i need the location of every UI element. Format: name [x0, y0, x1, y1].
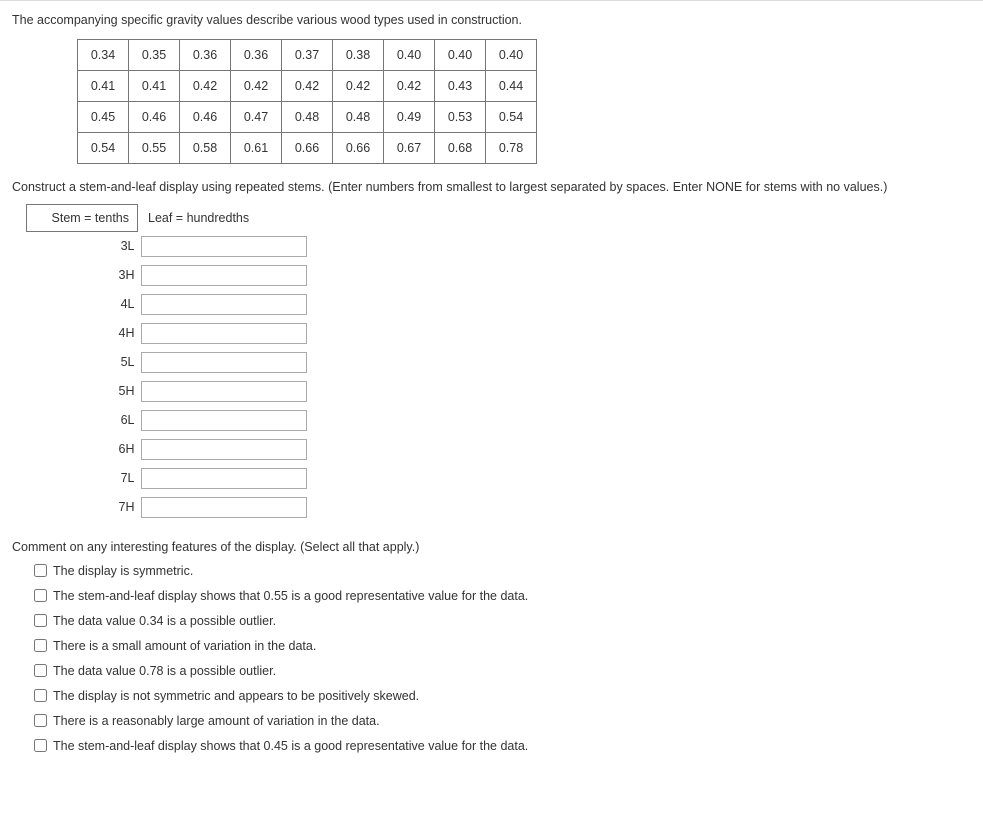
stem-leaf-table: Stem = tenths Leaf = hundredths 3L3H4L4H… [26, 204, 310, 522]
data-cell: 0.53 [435, 102, 486, 133]
data-cell: 0.49 [384, 102, 435, 133]
option-label: The stem-and-leaf display shows that 0.5… [53, 585, 528, 607]
data-cell: 0.48 [333, 102, 384, 133]
data-cell: 0.55 [129, 133, 180, 164]
option-row: There is a reasonably large amount of va… [30, 710, 971, 732]
data-cell: 0.47 [231, 102, 282, 133]
data-cell: 0.42 [231, 71, 282, 102]
leaf-input-4L[interactable] [141, 294, 307, 315]
option-checkbox-5[interactable] [34, 689, 47, 702]
option-row: The stem-and-leaf display shows that 0.4… [30, 735, 971, 757]
leaf-input-6L[interactable] [141, 410, 307, 431]
data-cell: 0.36 [231, 40, 282, 71]
stem-label-7L: 7L [27, 464, 138, 493]
option-label: The display is symmetric. [53, 560, 193, 582]
data-cell: 0.42 [384, 71, 435, 102]
leaf-input-5L[interactable] [141, 352, 307, 373]
option-label: The data value 0.78 is a possible outlie… [53, 660, 276, 682]
data-table: 0.340.350.360.360.370.380.400.400.400.41… [77, 39, 537, 164]
option-checkbox-1[interactable] [34, 589, 47, 602]
data-cell: 0.40 [384, 40, 435, 71]
option-row: The stem-and-leaf display shows that 0.5… [30, 585, 971, 607]
data-cell: 0.40 [486, 40, 537, 71]
data-cell: 0.35 [129, 40, 180, 71]
stem-label-3H: 3H [27, 261, 138, 290]
stem-label-5H: 5H [27, 377, 138, 406]
option-checkbox-6[interactable] [34, 714, 47, 727]
option-checkbox-0[interactable] [34, 564, 47, 577]
data-cell: 0.34 [78, 40, 129, 71]
leaf-input-3H[interactable] [141, 265, 307, 286]
data-cell: 0.37 [282, 40, 333, 71]
data-cell: 0.38 [333, 40, 384, 71]
data-cell: 0.48 [282, 102, 333, 133]
option-row: The display is not symmetric and appears… [30, 685, 971, 707]
intro-text: The accompanying specific gravity values… [12, 9, 971, 39]
comment-prompt: Comment on any interesting features of t… [12, 540, 971, 554]
data-cell: 0.41 [78, 71, 129, 102]
data-cell: 0.44 [486, 71, 537, 102]
option-row: The display is symmetric. [30, 560, 971, 582]
leaf-input-5H[interactable] [141, 381, 307, 402]
option-checkbox-3[interactable] [34, 639, 47, 652]
data-cell: 0.78 [486, 133, 537, 164]
leaf-input-4H[interactable] [141, 323, 307, 344]
option-label: There is a small amount of variation in … [53, 635, 316, 657]
stem-label-6L: 6L [27, 406, 138, 435]
option-checkbox-7[interactable] [34, 739, 47, 752]
data-cell: 0.54 [78, 133, 129, 164]
leaf-input-6H[interactable] [141, 439, 307, 460]
data-cell: 0.40 [435, 40, 486, 71]
option-row: There is a small amount of variation in … [30, 635, 971, 657]
data-cell: 0.42 [282, 71, 333, 102]
leaf-input-7L[interactable] [141, 468, 307, 489]
data-cell: 0.67 [384, 133, 435, 164]
stem-label-6H: 6H [27, 435, 138, 464]
data-cell: 0.41 [129, 71, 180, 102]
stem-label-4L: 4L [27, 290, 138, 319]
option-row: The data value 0.78 is a possible outlie… [30, 660, 971, 682]
leaf-header: Leaf = hundredths [138, 205, 310, 232]
stem-label-4H: 4H [27, 319, 138, 348]
option-label: The stem-and-leaf display shows that 0.4… [53, 735, 528, 757]
leaf-input-7H[interactable] [141, 497, 307, 518]
stem-label-5L: 5L [27, 348, 138, 377]
data-cell: 0.36 [180, 40, 231, 71]
data-cell: 0.46 [180, 102, 231, 133]
option-checkbox-4[interactable] [34, 664, 47, 677]
option-label: The data value 0.34 is a possible outlie… [53, 610, 276, 632]
data-cell: 0.58 [180, 133, 231, 164]
stem-label-7H: 7H [27, 493, 138, 522]
data-cell: 0.45 [78, 102, 129, 133]
data-cell: 0.43 [435, 71, 486, 102]
data-cell: 0.66 [333, 133, 384, 164]
option-checkbox-2[interactable] [34, 614, 47, 627]
option-row: The data value 0.34 is a possible outlie… [30, 610, 971, 632]
data-cell: 0.66 [282, 133, 333, 164]
instruction-text: Construct a stem-and-leaf display using … [12, 180, 971, 194]
data-cell: 0.54 [486, 102, 537, 133]
data-cell: 0.61 [231, 133, 282, 164]
stem-label-3L: 3L [27, 232, 138, 261]
option-label: The display is not symmetric and appears… [53, 685, 419, 707]
leaf-input-3L[interactable] [141, 236, 307, 257]
option-label: There is a reasonably large amount of va… [53, 710, 380, 732]
stem-header: Stem = tenths [27, 205, 138, 232]
data-cell: 0.68 [435, 133, 486, 164]
data-cell: 0.42 [333, 71, 384, 102]
data-cell: 0.46 [129, 102, 180, 133]
data-cell: 0.42 [180, 71, 231, 102]
